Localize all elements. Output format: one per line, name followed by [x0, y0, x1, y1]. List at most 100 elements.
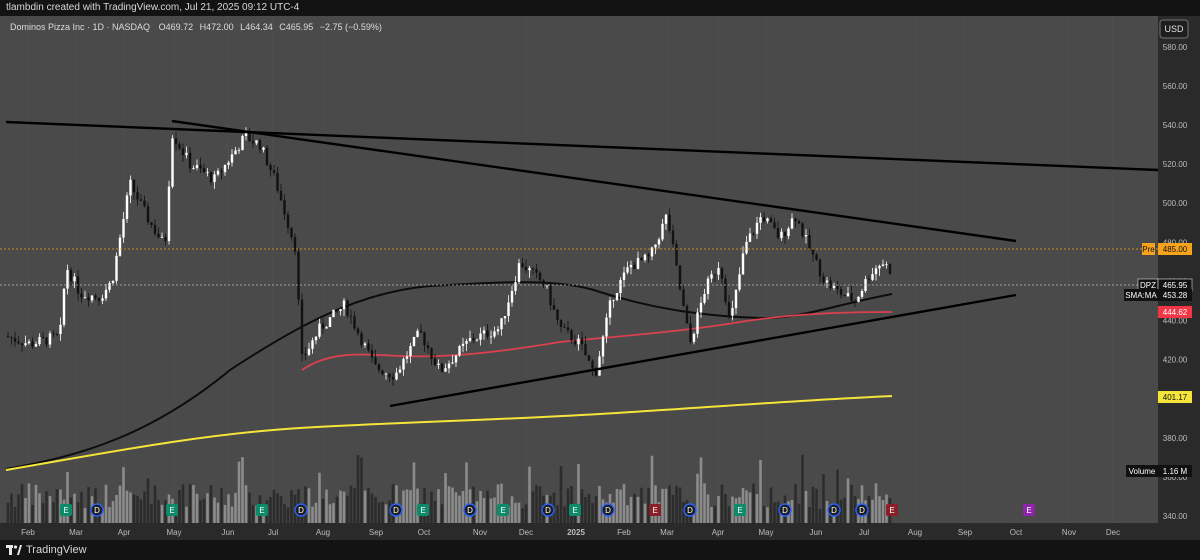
time-tick-label: May: [166, 528, 181, 537]
volume-bar: [559, 466, 563, 523]
volume-bar: [132, 494, 136, 523]
earnings-event-icon[interactable]: E: [569, 504, 581, 516]
price-chart[interactable]: E D E E D D E D E D E D E D E D D D E E Dominos Pizza Inc ·…: [0, 16, 1200, 540]
time-tick-label: May: [758, 528, 773, 537]
pre-tag-label: Pre: [1142, 245, 1155, 254]
earnings-event-icon[interactable]: E: [1023, 504, 1035, 516]
candle-body: [430, 348, 433, 359]
candle-body: [678, 265, 682, 290]
tradingview-logo-icon: [6, 545, 22, 555]
candle-body: [150, 222, 153, 225]
candle-body: [13, 337, 17, 342]
candle-body: [538, 272, 542, 281]
candle-body: [143, 200, 146, 207]
candle-body: [465, 340, 468, 344]
time-tick-label: Sep: [369, 528, 384, 537]
dividend-event-icon[interactable]: D: [541, 503, 555, 517]
candle-body: [661, 223, 664, 240]
svg-text:D: D: [859, 506, 865, 515]
earnings-event-icon[interactable]: E: [734, 504, 746, 516]
volume-bar: [643, 503, 647, 523]
chart-plot-area[interactable]: [0, 16, 1158, 523]
volume-bar: [514, 502, 517, 523]
earnings-event-icon[interactable]: E: [166, 504, 178, 516]
candle-body: [41, 336, 45, 338]
candle-body: [90, 295, 94, 301]
volume-bar: [244, 485, 248, 523]
volume-bar: [195, 493, 199, 523]
dividend-event-icon[interactable]: D: [463, 503, 477, 517]
candle-body: [139, 199, 143, 201]
volume-bar: [370, 493, 374, 523]
volume-bar: [843, 497, 846, 523]
time-tick-label: Apr: [712, 528, 725, 537]
candle-body: [405, 356, 409, 359]
time-tick-label: Apr: [118, 528, 131, 537]
volume-bar: [223, 504, 227, 523]
volume-bar: [150, 504, 153, 523]
svg-text:D: D: [831, 506, 837, 515]
volume-bar: [339, 490, 342, 523]
candle-body: [255, 140, 258, 144]
price-tick-label: 420.00: [1163, 356, 1188, 365]
candle-body: [237, 150, 241, 151]
candle-body: [573, 340, 577, 345]
candle-body: [612, 299, 615, 301]
volume-bar: [517, 502, 521, 523]
volume-bar: [538, 486, 542, 523]
candle-body: [220, 170, 223, 173]
candle-body: [790, 218, 794, 229]
candle-body: [552, 305, 556, 310]
dividend-event-icon[interactable]: D: [90, 503, 104, 517]
candle-body: [692, 333, 696, 342]
sma-tag-label: SMA:MA: [1125, 291, 1157, 300]
volume-bar: [594, 495, 598, 523]
volume-bar: [626, 505, 629, 523]
volume-bar: [237, 461, 241, 523]
volume-bar: [587, 493, 591, 523]
dividend-event-icon[interactable]: D: [855, 503, 869, 517]
currency-button[interactable]: USD: [1159, 19, 1189, 39]
candle-body: [776, 228, 780, 238]
candle-body: [276, 172, 279, 191]
candle-body: [332, 309, 335, 318]
candle-body: [482, 330, 486, 334]
volume-bar: [45, 491, 48, 523]
earnings-event-icon[interactable]: E: [417, 504, 429, 516]
dividend-event-icon[interactable]: D: [601, 503, 615, 517]
dividend-event-icon[interactable]: D: [294, 503, 308, 517]
candle-body: [447, 363, 451, 369]
volume-bar: [83, 508, 87, 523]
candle-body: [423, 332, 426, 346]
candle-body: [346, 300, 349, 316]
dividend-event-icon[interactable]: D: [778, 503, 792, 517]
candle-body: [797, 220, 801, 224]
candle-body: [335, 309, 339, 312]
earnings-event-icon[interactable]: E: [649, 504, 661, 516]
candle-body: [783, 231, 787, 236]
candle-body: [629, 264, 633, 268]
volume-bar: [48, 496, 52, 523]
volume-bar: [479, 491, 482, 523]
dpz-tag-label: DPZ: [1140, 281, 1156, 290]
volume-bar: [251, 505, 255, 523]
candle-body: [514, 282, 517, 291]
candle-body: [836, 285, 839, 289]
earnings-event-icon[interactable]: E: [256, 504, 268, 516]
volume-bar: [699, 457, 703, 523]
candle-body: [395, 372, 398, 380]
volume-bar: [801, 454, 804, 523]
earnings-event-icon[interactable]: E: [886, 504, 898, 516]
earnings-event-icon[interactable]: E: [60, 504, 72, 516]
legend-low: 464.34: [245, 22, 273, 32]
dividend-event-icon[interactable]: D: [683, 503, 697, 517]
dividend-event-icon[interactable]: D: [389, 503, 403, 517]
dividend-event-icon[interactable]: D: [827, 503, 841, 517]
volume-bar: [755, 494, 759, 523]
candle-body: [503, 316, 507, 319]
volume-bar: [717, 496, 720, 523]
svg-text:E: E: [500, 506, 505, 515]
svg-text:E: E: [63, 506, 68, 515]
earnings-event-icon[interactable]: E: [497, 504, 509, 516]
candle-body: [535, 269, 538, 273]
